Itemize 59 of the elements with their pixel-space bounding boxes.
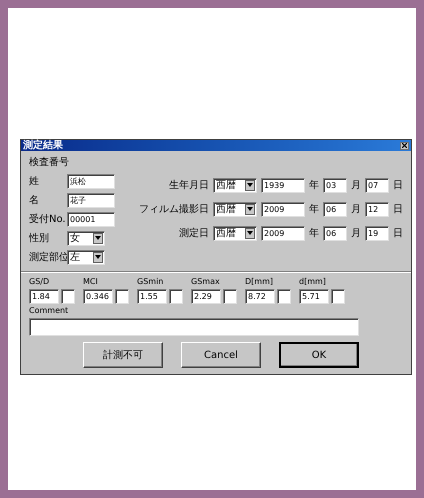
year-unit: 年 [309,178,319,192]
measurement-field[interactable]: 5.71 [299,289,329,304]
measurement-label: GSmin [137,277,164,287]
month-field[interactable]: 06 [323,226,347,240]
measurement-field[interactable]: 1.84 [29,289,59,304]
field-label: 姓 [29,174,40,188]
month-unit: 月 [351,178,361,192]
exam-number-label: 検査番号 [29,156,70,170]
month-unit: 月 [351,202,361,216]
extra-field[interactable] [331,289,345,304]
day-field[interactable]: 19 [365,226,389,240]
text-field[interactable]: 浜松 [67,174,115,188]
day-field[interactable]: 12 [365,202,389,216]
measurement-label: d[mm] [299,277,327,287]
year-field[interactable]: 1939 [261,178,305,192]
day-unit: 日 [393,226,403,240]
extra-field[interactable] [223,289,237,304]
measurement-field[interactable]: 0.346 [83,289,113,304]
date-label: 測定日 [178,226,209,240]
extra-field[interactable] [61,289,75,304]
day-unit: 日 [393,178,403,192]
measurement-field[interactable]: 8.72 [245,289,275,304]
day-field[interactable]: 07 [365,178,389,192]
day-unit: 日 [393,202,403,216]
measurement-label: MCI [83,277,99,287]
dropdown[interactable]: 左 [67,250,105,264]
window-title: 測定結果 [23,140,63,151]
field-label: 性別 [29,232,50,246]
dropdown[interactable]: 西暦 [213,226,257,240]
measurement-label: GSmax [191,277,221,287]
measurement-field[interactable]: 1.55 [137,289,167,304]
field-label: 名 [29,194,40,208]
dialog-button[interactable]: Cancel [181,342,261,368]
month-unit: 月 [351,226,361,240]
date-label: フィルム撮影日 [138,202,209,216]
year-unit: 年 [309,226,319,240]
dropdown[interactable]: 西暦 [213,178,257,192]
dropdown[interactable]: 西暦 [213,202,257,216]
dialog-button[interactable]: 計測不可 [83,342,163,368]
measurement-label: D[mm] [245,277,274,287]
extra-field[interactable] [115,289,129,304]
close-icon[interactable] [400,142,409,150]
extra-field[interactable] [277,289,291,304]
month-field[interactable]: 03 [323,178,347,192]
year-unit: 年 [309,202,319,216]
comment-label: Comment [29,306,70,316]
year-field[interactable]: 2009 [261,202,305,216]
text-field[interactable]: 花子 [67,192,115,208]
date-label: 生年月日 [168,178,209,192]
measurement-field[interactable]: 2.29 [191,289,221,304]
extra-field[interactable] [169,289,183,304]
dropdown[interactable]: 女 [67,230,105,246]
month-field[interactable]: 06 [323,202,347,216]
comment-field[interactable] [29,318,359,336]
measurement-label: GS/D [29,277,50,287]
text-field[interactable]: 00001 [67,212,115,226]
dialog-button[interactable]: OK [279,342,359,368]
year-field[interactable]: 2009 [261,226,305,240]
field-label: 受付No. [29,212,67,226]
